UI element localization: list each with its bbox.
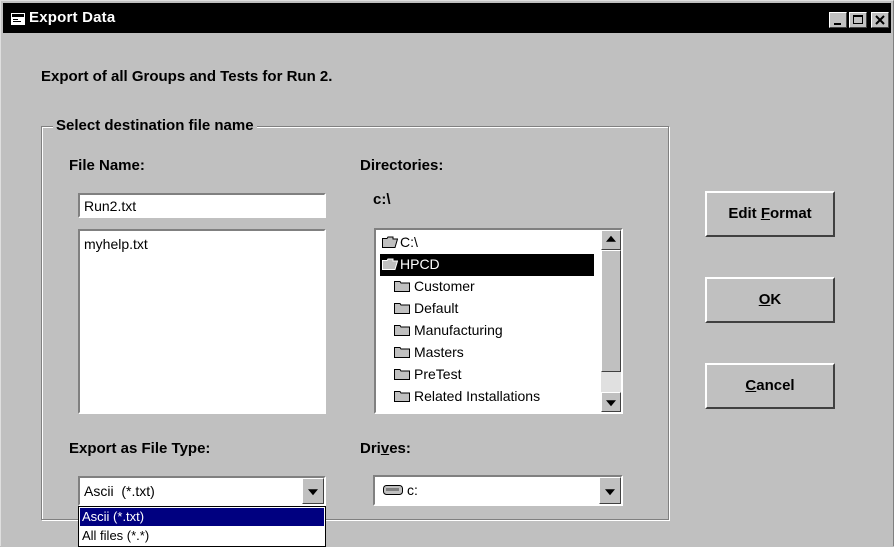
dir-item-label: C:\ [400,234,418,250]
export-data-dialog: Export Data Export of all Groups and Tes… [0,0,894,547]
drive-icon [383,485,403,495]
folder-icon [394,391,410,402]
minimize-button[interactable] [829,12,847,28]
maximize-icon [853,15,863,24]
folder-icon [394,325,410,336]
file-type-label: Export as File Type: [69,440,211,457]
ok-button[interactable]: OK [705,277,835,323]
drives-dropdown-button[interactable] [599,477,621,504]
dir-item-label: Default [414,300,459,316]
dir-item-hpcd[interactable]: HPCD [380,254,594,276]
dir-item-label: Masters [414,344,464,360]
file-type-select[interactable]: Ascii (*.txt) [78,476,326,506]
directories-label: Directories: [360,157,444,174]
dir-item-label: Customer [414,278,475,294]
file-type-value: Ascii (*.txt) [84,483,155,499]
title-bar[interactable]: Export Data [3,3,891,33]
dropdown-option-selected[interactable]: Ascii (*.txt) [80,508,324,526]
dir-item-label: HPCD [400,256,440,272]
groupbox-label: Select destination file name [53,117,257,134]
arrow-down-icon [606,400,616,407]
cancel-button[interactable]: Cancel [705,363,835,409]
dropdown-option[interactable]: All files (*.*) [80,527,324,545]
arrow-up-icon [606,235,616,242]
drives-value: c: [407,482,418,498]
export-description: Export of all Groups and Tests for Run 2… [41,68,333,85]
folder-icon [394,369,410,380]
chevron-down-icon [605,488,615,495]
scroll-thumb[interactable] [601,250,621,372]
open-folder-icon [382,236,398,248]
file-list-item[interactable]: myhelp.txt [84,236,148,252]
drives-label: Drives: [360,440,411,457]
maximize-button[interactable] [849,12,867,28]
dir-item-label: Manufacturing [414,322,503,338]
directory-scrollbar[interactable] [601,230,621,412]
folder-icon [394,281,410,292]
dir-item-label: PreTest [414,366,462,382]
directory-list[interactable]: C:\ HPCD Customer Default Manufacturing [374,228,623,414]
file-name-input[interactable] [78,193,326,218]
dir-item-root[interactable]: C:\ [380,232,598,254]
minimize-icon [834,23,841,25]
scroll-up-button[interactable] [601,230,621,250]
folder-icon [394,347,410,358]
file-type-dropdown-list[interactable]: Ascii (*.txt) All files (*.*) [78,506,326,547]
chevron-down-icon [308,489,318,496]
folder-icon [394,303,410,314]
dir-item-label: Related Installations [414,388,541,404]
app-icon [11,13,25,25]
window-title: Export Data [29,9,116,26]
close-button[interactable] [871,12,889,28]
open-folder-icon [382,258,398,270]
current-path: c:\ [373,191,391,208]
close-icon [875,15,885,25]
file-name-label: File Name: [69,157,145,174]
file-list[interactable]: myhelp.txt [78,229,326,414]
scroll-down-button[interactable] [601,392,621,412]
edit-format-button[interactable]: Edit Format [705,191,835,237]
file-type-dropdown-button[interactable] [302,478,324,504]
drives-select[interactable]: c: [373,475,623,506]
